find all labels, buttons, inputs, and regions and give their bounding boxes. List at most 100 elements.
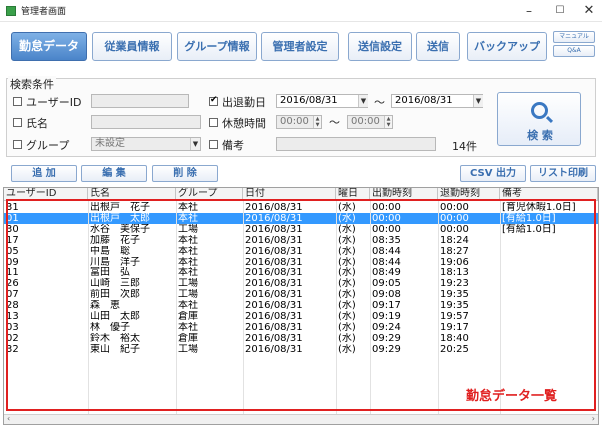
edit-button[interactable]: 編 集 bbox=[81, 165, 147, 182]
column-header-weekday[interactable]: 曜日 bbox=[336, 188, 370, 201]
cell-clock-in: 00:00 bbox=[372, 202, 401, 213]
cell-user-id: 02 bbox=[6, 332, 19, 344]
table-row[interactable]: 11 富田 弘 本社 2016/08/31 (水) 08:49 18:13 bbox=[4, 267, 598, 278]
group-select[interactable]: 未設定 bbox=[91, 137, 201, 151]
cell-date: 2016/08/31 bbox=[245, 300, 303, 312]
break-to-spinner-icon[interactable]: ▲ ▼ bbox=[384, 116, 392, 128]
column-divider bbox=[370, 201, 371, 414]
cell-name: 山田 太郎 bbox=[90, 311, 140, 322]
date-from-dropdown-icon[interactable]: ▼ bbox=[358, 95, 368, 107]
table-row[interactable]: 09 川島 洋子 本社 2016/08/31 (水) 08:44 19:06 bbox=[4, 257, 598, 268]
cell-weekday: (水) bbox=[338, 332, 356, 344]
column-divider bbox=[176, 201, 177, 414]
search-conditions-legend: 検索条件 bbox=[8, 76, 56, 92]
table-row[interactable]: 31 出根戸 花子 本社 2016/08/31 (水) 00:00 00:00 [育児休暇1.… bbox=[4, 202, 598, 213]
scroll-right-icon[interactable]: › bbox=[592, 414, 595, 423]
remarks-field[interactable] bbox=[276, 137, 436, 151]
table-row[interactable]: 01 出根戸 太郎 本社 2016/08/31 (水) 00:00 00:00 [有給1.0日… bbox=[4, 212, 598, 224]
cell-clock-out: 19:06 bbox=[440, 256, 469, 268]
date-to-field[interactable]: 2016/08/31 bbox=[391, 94, 483, 108]
cell-weekday: (水) bbox=[338, 223, 356, 235]
employee-info-button[interactable]: 従業員情報 bbox=[92, 32, 172, 61]
table-row[interactable]: 02 鈴木 裕太 倉庫 2016/08/31 (水) 09:29 18:40 bbox=[4, 333, 598, 344]
table-row[interactable]: 30 水谷 美保子 工場 2016/08/31 (水) 00:00 00:00 [有給1.0日… bbox=[4, 224, 598, 235]
cell-clock-in: 00:00 bbox=[372, 212, 401, 224]
group-checkbox[interactable] bbox=[13, 140, 22, 149]
cell-clock-in: 08:44 bbox=[372, 256, 401, 268]
search-button[interactable]: 検 索 bbox=[497, 92, 581, 146]
csv-export-button[interactable]: CSV 出力 bbox=[460, 165, 526, 182]
cell-user-id: 32 bbox=[6, 343, 19, 355]
add-button[interactable]: 追 加 bbox=[11, 165, 77, 182]
annotation-label: 勤怠データ一覧 bbox=[466, 389, 558, 404]
date-from-field[interactable]: 2016/08/31 bbox=[276, 94, 368, 108]
name-checkbox[interactable] bbox=[13, 118, 22, 127]
cell-remarks bbox=[500, 246, 598, 257]
cell-weekday: (水) bbox=[338, 278, 356, 290]
maximize-button[interactable]: ☐ bbox=[545, 0, 575, 22]
user-id-checkbox[interactable] bbox=[13, 97, 22, 106]
date-to-dropdown-icon[interactable]: ▼ bbox=[473, 95, 483, 107]
cell-name: 川島 洋子 bbox=[90, 256, 140, 268]
table-row[interactable]: 17 加藤 花子 本社 2016/08/31 (水) 08:35 18:24 bbox=[4, 235, 598, 246]
delete-button[interactable]: 削 除 bbox=[152, 165, 218, 182]
table-row[interactable]: 32 東山 紀子 工場 2016/08/31 (水) 09:29 20:25 bbox=[4, 344, 598, 355]
cell-weekday: (水) bbox=[338, 202, 356, 213]
send-settings-button[interactable]: 送信設定 bbox=[348, 32, 412, 61]
scroll-left-icon[interactable]: ‹ bbox=[7, 414, 10, 423]
column-header-clock-out[interactable]: 退勤時刻 bbox=[438, 188, 500, 201]
column-header-clock-in[interactable]: 出勤時刻 bbox=[370, 188, 438, 201]
manual-button[interactable]: マニュアル bbox=[553, 31, 595, 43]
qa-button[interactable]: Q&A bbox=[553, 45, 595, 57]
cell-remarks bbox=[500, 311, 598, 322]
backup-button[interactable]: バックアップ bbox=[467, 32, 547, 61]
admin-settings-button[interactable]: 管理者設定 bbox=[261, 32, 339, 61]
cell-name: 森 恵 bbox=[90, 300, 120, 312]
table-row[interactable]: 05 中島 聡 本社 2016/08/31 (水) 08:44 18:27 bbox=[4, 246, 598, 257]
table-row[interactable]: 13 山田 太郎 倉庫 2016/08/31 (水) 09:19 19:57 bbox=[4, 311, 598, 322]
table-row[interactable]: 26 山崎 三郎 工場 2016/08/31 (水) 09:05 19:23 bbox=[4, 278, 598, 289]
close-button[interactable]: ✕ bbox=[574, 0, 602, 22]
cell-weekday: (水) bbox=[338, 212, 356, 224]
table-row[interactable]: 28 森 恵 本社 2016/08/31 (水) 09:17 19:35 bbox=[4, 300, 598, 311]
column-header-group[interactable]: グループ bbox=[176, 188, 243, 201]
print-list-button[interactable]: リスト印刷 bbox=[530, 165, 596, 182]
cell-name: 前田 次郎 bbox=[90, 289, 140, 301]
column-divider bbox=[500, 201, 501, 414]
column-header-remarks[interactable]: 備考 bbox=[500, 188, 598, 201]
group-info-button[interactable]: グループ情報 bbox=[177, 32, 257, 61]
cell-remarks bbox=[500, 289, 598, 300]
cell-weekday: (水) bbox=[338, 343, 356, 355]
break-time-checkbox[interactable] bbox=[209, 118, 218, 127]
group-select-value: 未設定 bbox=[95, 138, 125, 149]
remarks-checkbox[interactable] bbox=[209, 140, 218, 149]
cell-remarks: [育児休暇1.0日] bbox=[502, 202, 576, 213]
column-header-date[interactable]: 日付 bbox=[243, 188, 336, 201]
cell-user-id: 31 bbox=[6, 202, 19, 213]
cell-name: 出根戸 太郎 bbox=[90, 212, 150, 224]
cell-user-id: 13 bbox=[6, 311, 19, 322]
leave-date-checkbox[interactable] bbox=[209, 95, 218, 106]
group-dropdown-icon[interactable]: ▼ bbox=[190, 138, 200, 150]
user-id-field[interactable] bbox=[91, 94, 189, 108]
break-range-tilde: ～ bbox=[329, 116, 340, 129]
name-field[interactable] bbox=[91, 115, 201, 129]
table-row[interactable]: 07 前田 次郎 工場 2016/08/31 (水) 09:08 19:35 bbox=[4, 289, 598, 300]
send-button[interactable]: 送信 bbox=[416, 32, 460, 61]
cell-date: 2016/08/31 bbox=[245, 289, 303, 301]
column-header-user-id[interactable]: ユーザーID bbox=[4, 188, 88, 201]
cell-user-id: 05 bbox=[6, 245, 19, 257]
break-from-spinner-icon[interactable]: ▲ ▼ bbox=[313, 116, 321, 128]
cell-group: 本社 bbox=[178, 245, 198, 257]
table-row[interactable]: 03 林 優子 本社 2016/08/31 (水) 09:24 19:17 bbox=[4, 322, 598, 333]
cell-weekday: (水) bbox=[338, 267, 356, 279]
column-header-name[interactable]: 氏名 bbox=[88, 188, 176, 201]
attendance-data-button[interactable]: 勤怠データ bbox=[11, 32, 87, 61]
cell-clock-in: 09:05 bbox=[372, 278, 401, 290]
horizontal-scrollbar[interactable]: ‹ › bbox=[4, 414, 598, 424]
cell-clock-out: 19:23 bbox=[440, 278, 469, 290]
cell-date: 2016/08/31 bbox=[245, 311, 303, 322]
minimize-button[interactable]: – bbox=[514, 0, 544, 22]
cell-clock-out: 18:24 bbox=[440, 234, 469, 246]
cell-name: 東山 紀子 bbox=[90, 343, 140, 355]
